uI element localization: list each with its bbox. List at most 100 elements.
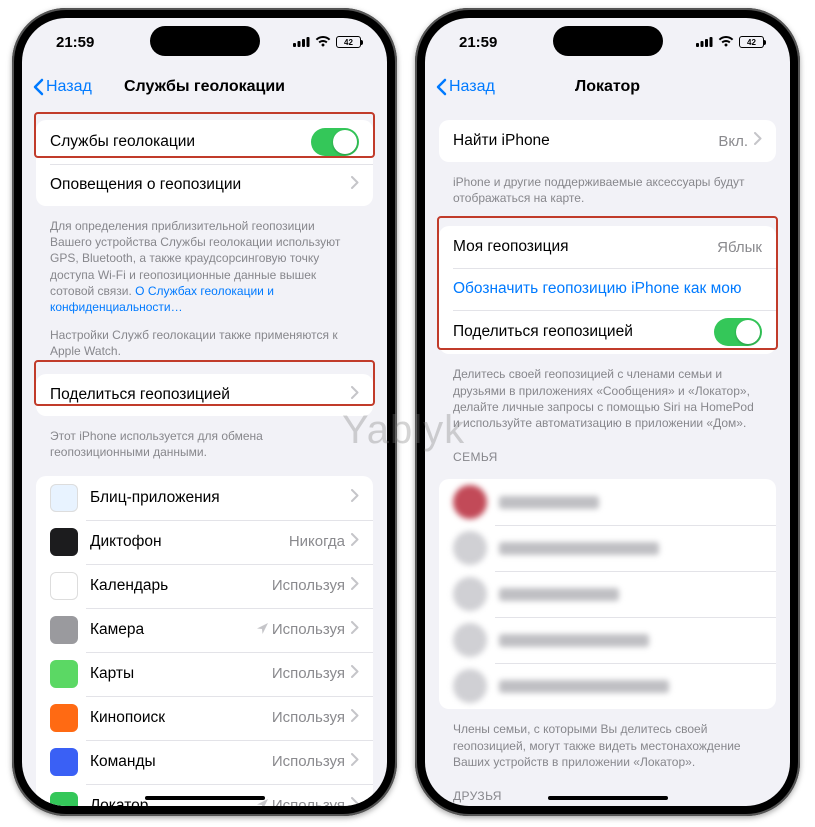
wifi-icon (315, 34, 331, 51)
blurred-name (499, 588, 619, 601)
chevron-left-icon (435, 78, 447, 96)
row-value: Вкл. (718, 133, 748, 150)
app-icon (50, 792, 78, 806)
row-label: Обозначить геопозицию iPhone как мою (453, 280, 762, 298)
chevron-right-icon (351, 709, 359, 727)
designate-iphone-row[interactable]: Обозначить геопозицию iPhone как мою (439, 268, 776, 310)
app-row[interactable]: Камера Используя (36, 608, 373, 652)
share-location-row[interactable]: Поделиться геопозицией (36, 374, 373, 416)
app-name: Карты (90, 665, 272, 683)
home-indicator (145, 796, 265, 800)
app-row[interactable]: ЛокаторИспользуя (36, 784, 373, 806)
avatar (453, 623, 487, 657)
apps-group: Блиц-приложенияДиктофонНикогдаКалендарьИ… (36, 476, 373, 806)
content-right[interactable]: Найти iPhone Вкл. iPhone и другие поддер… (425, 108, 790, 806)
blurred-name (499, 680, 669, 693)
notch (150, 26, 260, 56)
phone-right: 21:59 42 Назад Локатор Найти iPhon (415, 8, 800, 816)
app-value: Используя (272, 665, 345, 682)
back-label: Назад (46, 78, 92, 96)
app-icon (50, 704, 78, 732)
app-icon (50, 528, 78, 556)
chevron-right-icon (351, 665, 359, 683)
page-title: Локатор (575, 78, 640, 96)
app-row[interactable]: КомандыИспользуя (36, 740, 373, 784)
find-iphone-row[interactable]: Найти iPhone Вкл. (439, 120, 776, 162)
family-member-row[interactable] (439, 663, 776, 709)
phone-left: 21:59 42 Назад Службы геолокации С (12, 8, 397, 816)
row-label: Моя геопозиция (453, 238, 717, 256)
app-value: Используя (272, 797, 345, 806)
nav-bar: Назад Локатор (425, 66, 790, 108)
my-location-group: Моя геопозиция Яблык Обозначить геопозиц… (439, 226, 776, 354)
content-left[interactable]: Службы геолокации Оповещения о геопозици… (22, 108, 387, 806)
app-row[interactable]: КартыИспользуя (36, 652, 373, 696)
app-name: Календарь (90, 577, 272, 595)
row-label: Поделиться геопозицией (453, 323, 714, 341)
back-button[interactable]: Назад (435, 78, 495, 96)
family-member-row[interactable] (439, 479, 776, 525)
share-location-toggle-row[interactable]: Поделиться геопозицией (439, 310, 776, 354)
back-label: Назад (449, 78, 495, 96)
toggle-switch[interactable] (311, 128, 359, 156)
wifi-icon (718, 34, 734, 51)
nav-bar: Назад Службы геолокации (22, 66, 387, 108)
location-arrow-icon (257, 621, 268, 639)
family-member-row[interactable] (439, 571, 776, 617)
app-icon (50, 748, 78, 776)
row-label: Поделиться геопозицией (50, 386, 345, 404)
toggle-switch[interactable] (714, 318, 762, 346)
find-iphone-note: iPhone и другие поддерживаемые аксессуар… (425, 170, 790, 212)
status-time: 21:59 (56, 34, 94, 51)
app-value: Используя (272, 621, 345, 638)
screen-left: 21:59 42 Назад Службы геолокации С (22, 18, 387, 806)
app-icon (50, 484, 78, 512)
row-label: Оповещения о геопозиции (50, 176, 345, 194)
battery-icon: 42 (739, 36, 764, 48)
blurred-name (499, 542, 659, 555)
app-row[interactable]: КалендарьИспользуя (36, 564, 373, 608)
home-indicator (548, 796, 668, 800)
apple-watch-note: Настройки Служб геолокации также применя… (22, 321, 387, 365)
chevron-right-icon (754, 132, 762, 150)
app-row[interactable]: Блиц-приложения (36, 476, 373, 520)
chevron-right-icon (351, 621, 359, 639)
find-iphone-group: Найти iPhone Вкл. (439, 120, 776, 162)
chevron-right-icon (351, 577, 359, 595)
app-value: Используя (272, 577, 345, 594)
status-time: 21:59 (459, 34, 497, 51)
app-row[interactable]: КинопоискИспользуя (36, 696, 373, 740)
blurred-name (499, 634, 649, 647)
family-note: Члены семьи, с которыми Вы делитесь свое… (425, 717, 790, 776)
family-member-row[interactable] (439, 525, 776, 571)
app-icon (50, 616, 78, 644)
chevron-right-icon (351, 753, 359, 771)
family-member-row[interactable] (439, 617, 776, 663)
location-explain-text: Для определения приблизительной геопозиц… (22, 214, 387, 321)
app-row[interactable]: ДиктофонНикогда (36, 520, 373, 564)
screen-right: 21:59 42 Назад Локатор Найти iPhon (425, 18, 790, 806)
chevron-right-icon (351, 489, 359, 507)
chevron-right-icon (351, 386, 359, 404)
app-value: Используя (272, 709, 345, 726)
app-name: Блиц-приложения (90, 489, 345, 507)
my-location-row[interactable]: Моя геопозиция Яблык (439, 226, 776, 268)
avatar (453, 531, 487, 565)
location-alerts-row[interactable]: Оповещения о геопозиции (36, 164, 373, 206)
row-label: Найти iPhone (453, 132, 718, 150)
battery-icon: 42 (336, 36, 361, 48)
location-services-toggle-row[interactable]: Службы геолокации (36, 120, 373, 164)
blurred-name (499, 496, 599, 509)
cellular-icon (293, 34, 310, 51)
chevron-right-icon (351, 176, 359, 194)
app-name: Диктофон (90, 533, 289, 551)
notch (553, 26, 663, 56)
share-location-group: Поделиться геопозицией (36, 374, 373, 416)
friends-header: ДРУЗЬЯ (425, 776, 790, 806)
app-name: Камера (90, 621, 257, 639)
row-value: Яблык (717, 239, 762, 256)
row-label: Службы геолокации (50, 133, 311, 151)
page-title: Службы геолокации (124, 78, 285, 96)
chevron-right-icon (351, 797, 359, 806)
back-button[interactable]: Назад (32, 78, 92, 96)
